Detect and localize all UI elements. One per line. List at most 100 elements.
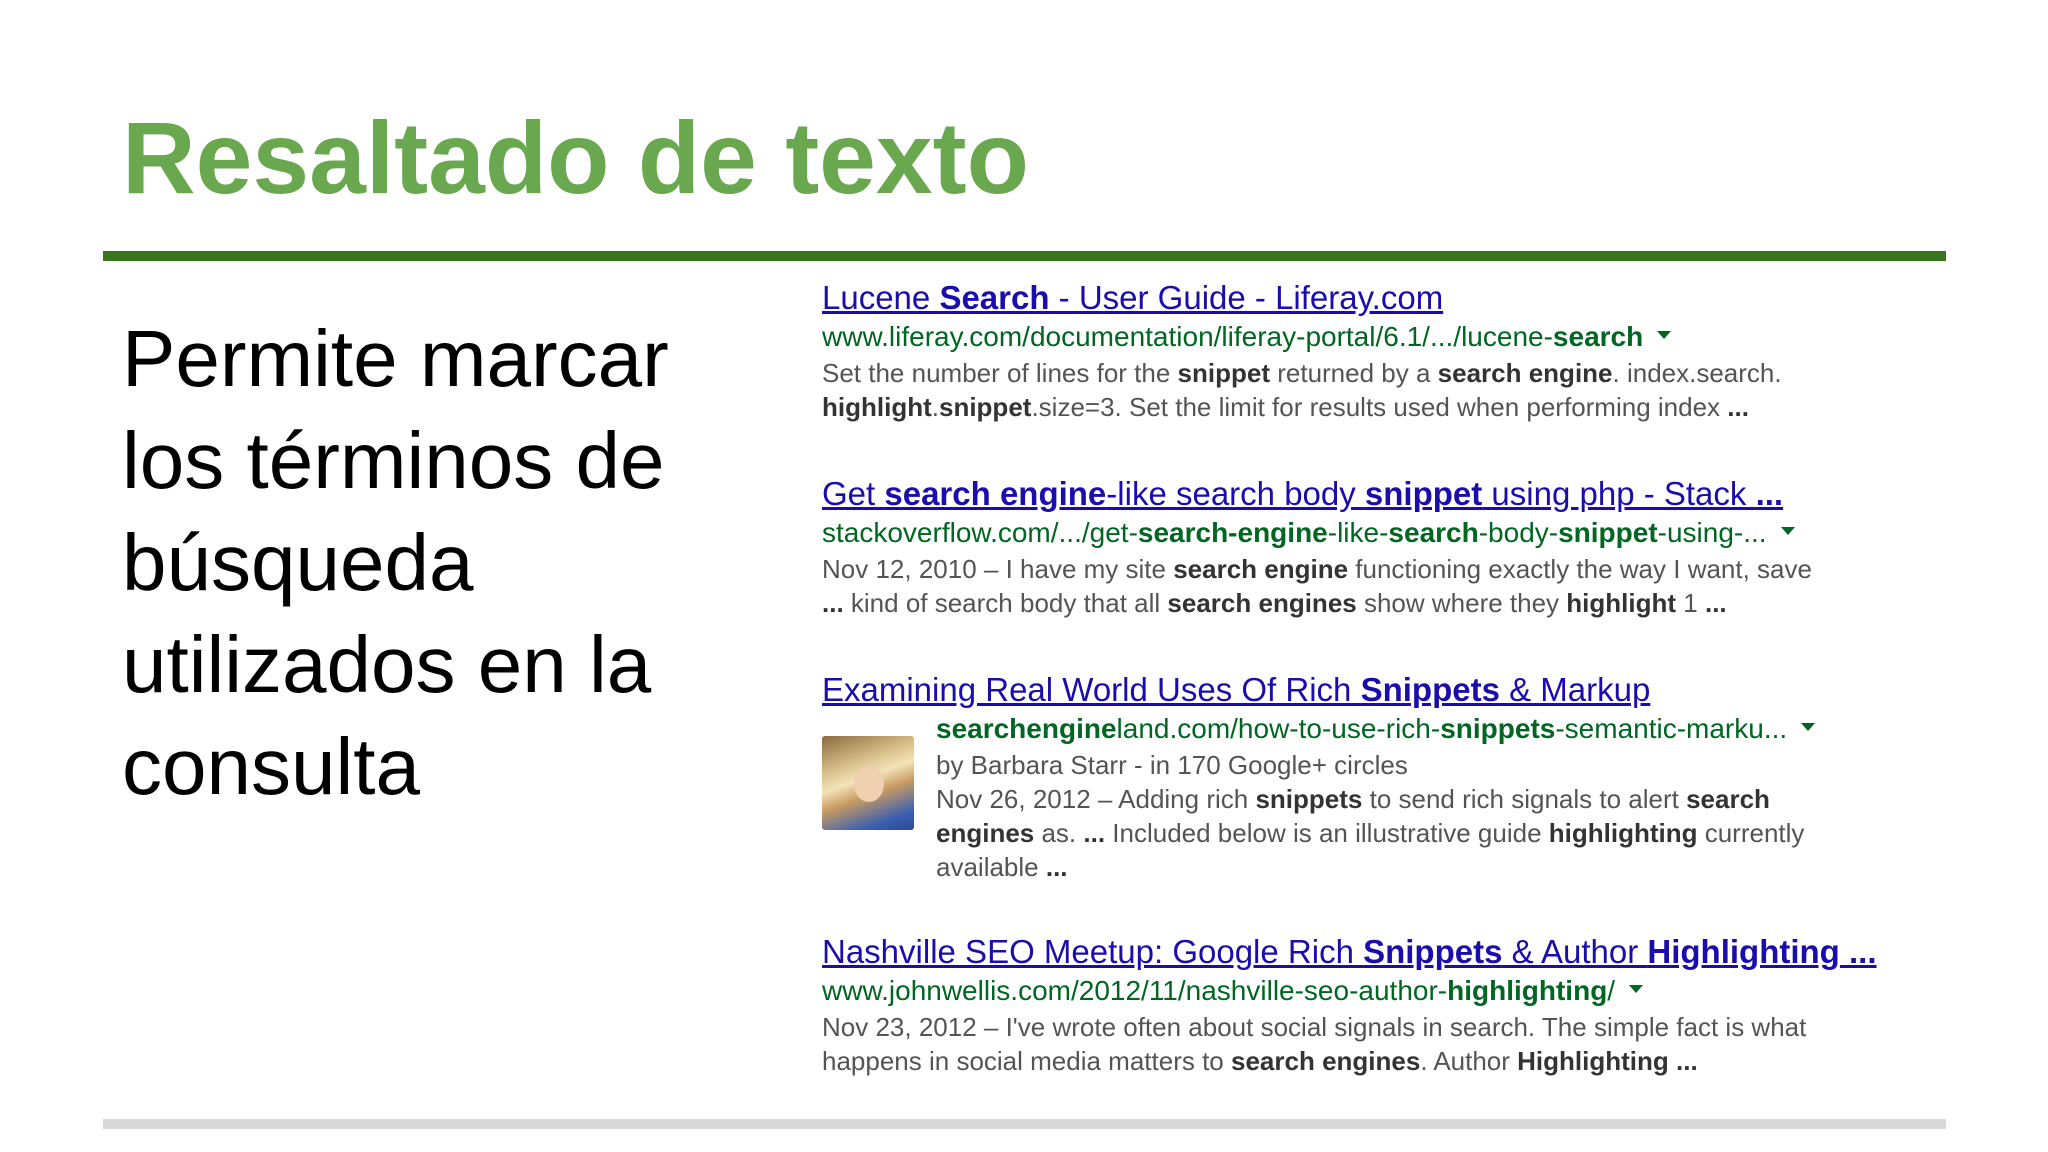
highlighted-term: Snippets <box>1360 671 1500 708</box>
text-run: functioning exactly the way I want, save <box>1348 554 1812 584</box>
text-run: stackoverflow.com/.../get- <box>822 517 1138 548</box>
result-snippet: Nov 23, 2012 – I've wrote often about so… <box>822 1010 1922 1078</box>
text-run: -like search body <box>1106 475 1365 512</box>
snippet-line: engines as. ... Included below is an ill… <box>936 816 1922 850</box>
text-run: Nashville SEO Meetup: Google Rich <box>822 933 1364 970</box>
text-run: land.com/how-to-use-rich- <box>1116 713 1441 744</box>
highlighted-term: search engine <box>1437 358 1613 388</box>
text-run: & Markup <box>1499 671 1651 708</box>
text-run: . <box>931 392 939 422</box>
search-result: Get search engine-like search body snipp… <box>822 474 1922 620</box>
highlighted-term: ... <box>1676 1046 1698 1076</box>
highlighted-term: ... <box>1704 588 1727 618</box>
highlighted-term: snippet <box>938 392 1032 422</box>
text-run: using php - Stack <box>1482 475 1756 512</box>
text-run: Nov 12, 2010 – I have my site <box>822 554 1174 584</box>
text-run: www.liferay.com/documentation/liferay-po… <box>822 321 1553 352</box>
text-run: www.johnwellis.com/2012/11/nashville-seo… <box>822 975 1448 1006</box>
text-run: 1 <box>1676 588 1705 618</box>
highlighted-term: search <box>1686 784 1770 814</box>
text-run: -body- <box>1478 517 1559 548</box>
result-snippet: Set the number of lines for the snippet … <box>822 356 1922 424</box>
text-run: -like- <box>1327 517 1389 548</box>
highlighted-term: snippets <box>1255 784 1363 814</box>
highlighted-term: highlight <box>822 392 932 422</box>
result-title-link[interactable]: Lucene Search - User Guide - Liferay.com <box>822 278 1922 318</box>
caret-down-icon[interactable] <box>1629 984 1644 993</box>
highlighted-term: Highlighting <box>1517 1046 1669 1076</box>
text-run: . Author <box>1420 1046 1518 1076</box>
highlighted-term: search <box>1552 321 1644 352</box>
snippet-line: Nov 23, 2012 – I've wrote often about so… <box>822 1010 1922 1044</box>
text-run: Included below is an illustrative guide <box>1105 818 1549 848</box>
highlighted-term: snippet <box>1558 517 1658 548</box>
result-url: www.johnwellis.com/2012/11/nashville-seo… <box>822 972 1922 1010</box>
highlighted-term: ... <box>822 588 844 618</box>
text-run: Lucene <box>822 279 940 316</box>
text-run: & Author <box>1502 933 1648 970</box>
result-snippet: Nov 12, 2010 – I have my site search eng… <box>822 552 1922 620</box>
highlighted-term: highlighting <box>1447 975 1608 1006</box>
highlighted-term: Highlighting <box>1647 933 1840 970</box>
text-run: - User Guide - Liferay.com <box>1049 279 1444 316</box>
text-run: by Barbara Starr - in 170 Google+ circle… <box>936 750 1408 780</box>
snippet-line: highlight.snippet.size=3. Set the limit … <box>822 390 1922 424</box>
highlighted-term: highlighting <box>1548 818 1698 848</box>
text-run <box>1840 933 1849 970</box>
result-url: www.liferay.com/documentation/liferay-po… <box>822 318 1922 356</box>
snippet-line: happens in social media matters to searc… <box>822 1044 1922 1078</box>
result-title-link[interactable]: Get search engine-like search body snipp… <box>822 474 1922 514</box>
highlighted-term: search <box>1388 517 1479 548</box>
highlighted-term: snippet <box>1177 358 1270 388</box>
highlighted-term: searchengine <box>936 713 1117 744</box>
text-run: -using-... <box>1657 517 1767 548</box>
highlighted-term: search engines <box>1167 588 1357 618</box>
text-run: .size=3. Set the limit for results used … <box>1031 392 1728 422</box>
text-run: . index.search. <box>1612 358 1782 388</box>
snippet-line: Nov 26, 2012 – Adding rich snippets to s… <box>936 782 1922 816</box>
text-run: returned by a <box>1270 358 1438 388</box>
highlighted-term: ... <box>1755 475 1784 512</box>
snippet-line: ... kind of search body that all search … <box>822 586 1922 620</box>
search-result: Examining Real World Uses Of Rich Snippe… <box>822 670 1922 884</box>
highlighted-term: snippet <box>1364 475 1483 512</box>
title-divider <box>103 251 1946 261</box>
text-run: / <box>1607 975 1616 1006</box>
text-run <box>1669 1046 1676 1076</box>
highlighted-term: snippets <box>1440 713 1556 744</box>
text-run: kind of search body that all <box>843 588 1168 618</box>
author-avatar[interactable] <box>822 736 914 830</box>
text-run: available <box>936 852 1046 882</box>
highlighted-term: highlight <box>1566 588 1677 618</box>
caret-down-icon[interactable] <box>1657 330 1672 339</box>
text-run: happens in social media matters to <box>822 1046 1231 1076</box>
text-run: as. <box>1034 818 1084 848</box>
snippet-line: Nov 12, 2010 – I have my site search eng… <box>822 552 1922 586</box>
text-run: -semantic-marku... <box>1555 713 1788 744</box>
text-run: currently <box>1697 818 1805 848</box>
slide-body-text: Permite marcar los términos de búsqueda … <box>122 314 669 811</box>
slide-title: Resaltado de texto <box>122 101 1029 215</box>
highlighted-term: search-engine <box>1137 517 1328 548</box>
highlighted-term: search engine <box>884 475 1107 512</box>
snippet-line: by Barbara Starr - in 170 Google+ circle… <box>936 748 1922 782</box>
result-title-link[interactable]: Nashville SEO Meetup: Google Rich Snippe… <box>822 932 1922 972</box>
search-result: Lucene Search - User Guide - Liferay.com… <box>822 278 1922 424</box>
text-run: Set the number of lines for the <box>822 358 1178 388</box>
highlighted-term: Snippets <box>1363 933 1503 970</box>
text-run: Nov 26, 2012 – Adding rich <box>936 784 1256 814</box>
result-snippet: by Barbara Starr - in 170 Google+ circle… <box>936 748 1922 884</box>
caret-down-icon[interactable] <box>1801 722 1816 731</box>
highlighted-term: ... <box>1045 852 1068 882</box>
footer-divider <box>103 1119 1946 1129</box>
text-run: Get <box>822 475 885 512</box>
caret-down-icon[interactable] <box>1780 526 1795 535</box>
highlighted-term: ... <box>1083 818 1106 848</box>
highlighted-term: ... <box>1849 933 1877 970</box>
text-run: show where they <box>1356 588 1567 618</box>
result-url: searchengineland.com/how-to-use-rich-sni… <box>936 710 1922 748</box>
highlighted-term: search engines <box>1231 1046 1421 1076</box>
text-run: Examining Real World Uses Of Rich <box>822 671 1361 708</box>
result-title-link[interactable]: Examining Real World Uses Of Rich Snippe… <box>822 670 1922 710</box>
highlighted-term: ... <box>1727 392 1749 422</box>
